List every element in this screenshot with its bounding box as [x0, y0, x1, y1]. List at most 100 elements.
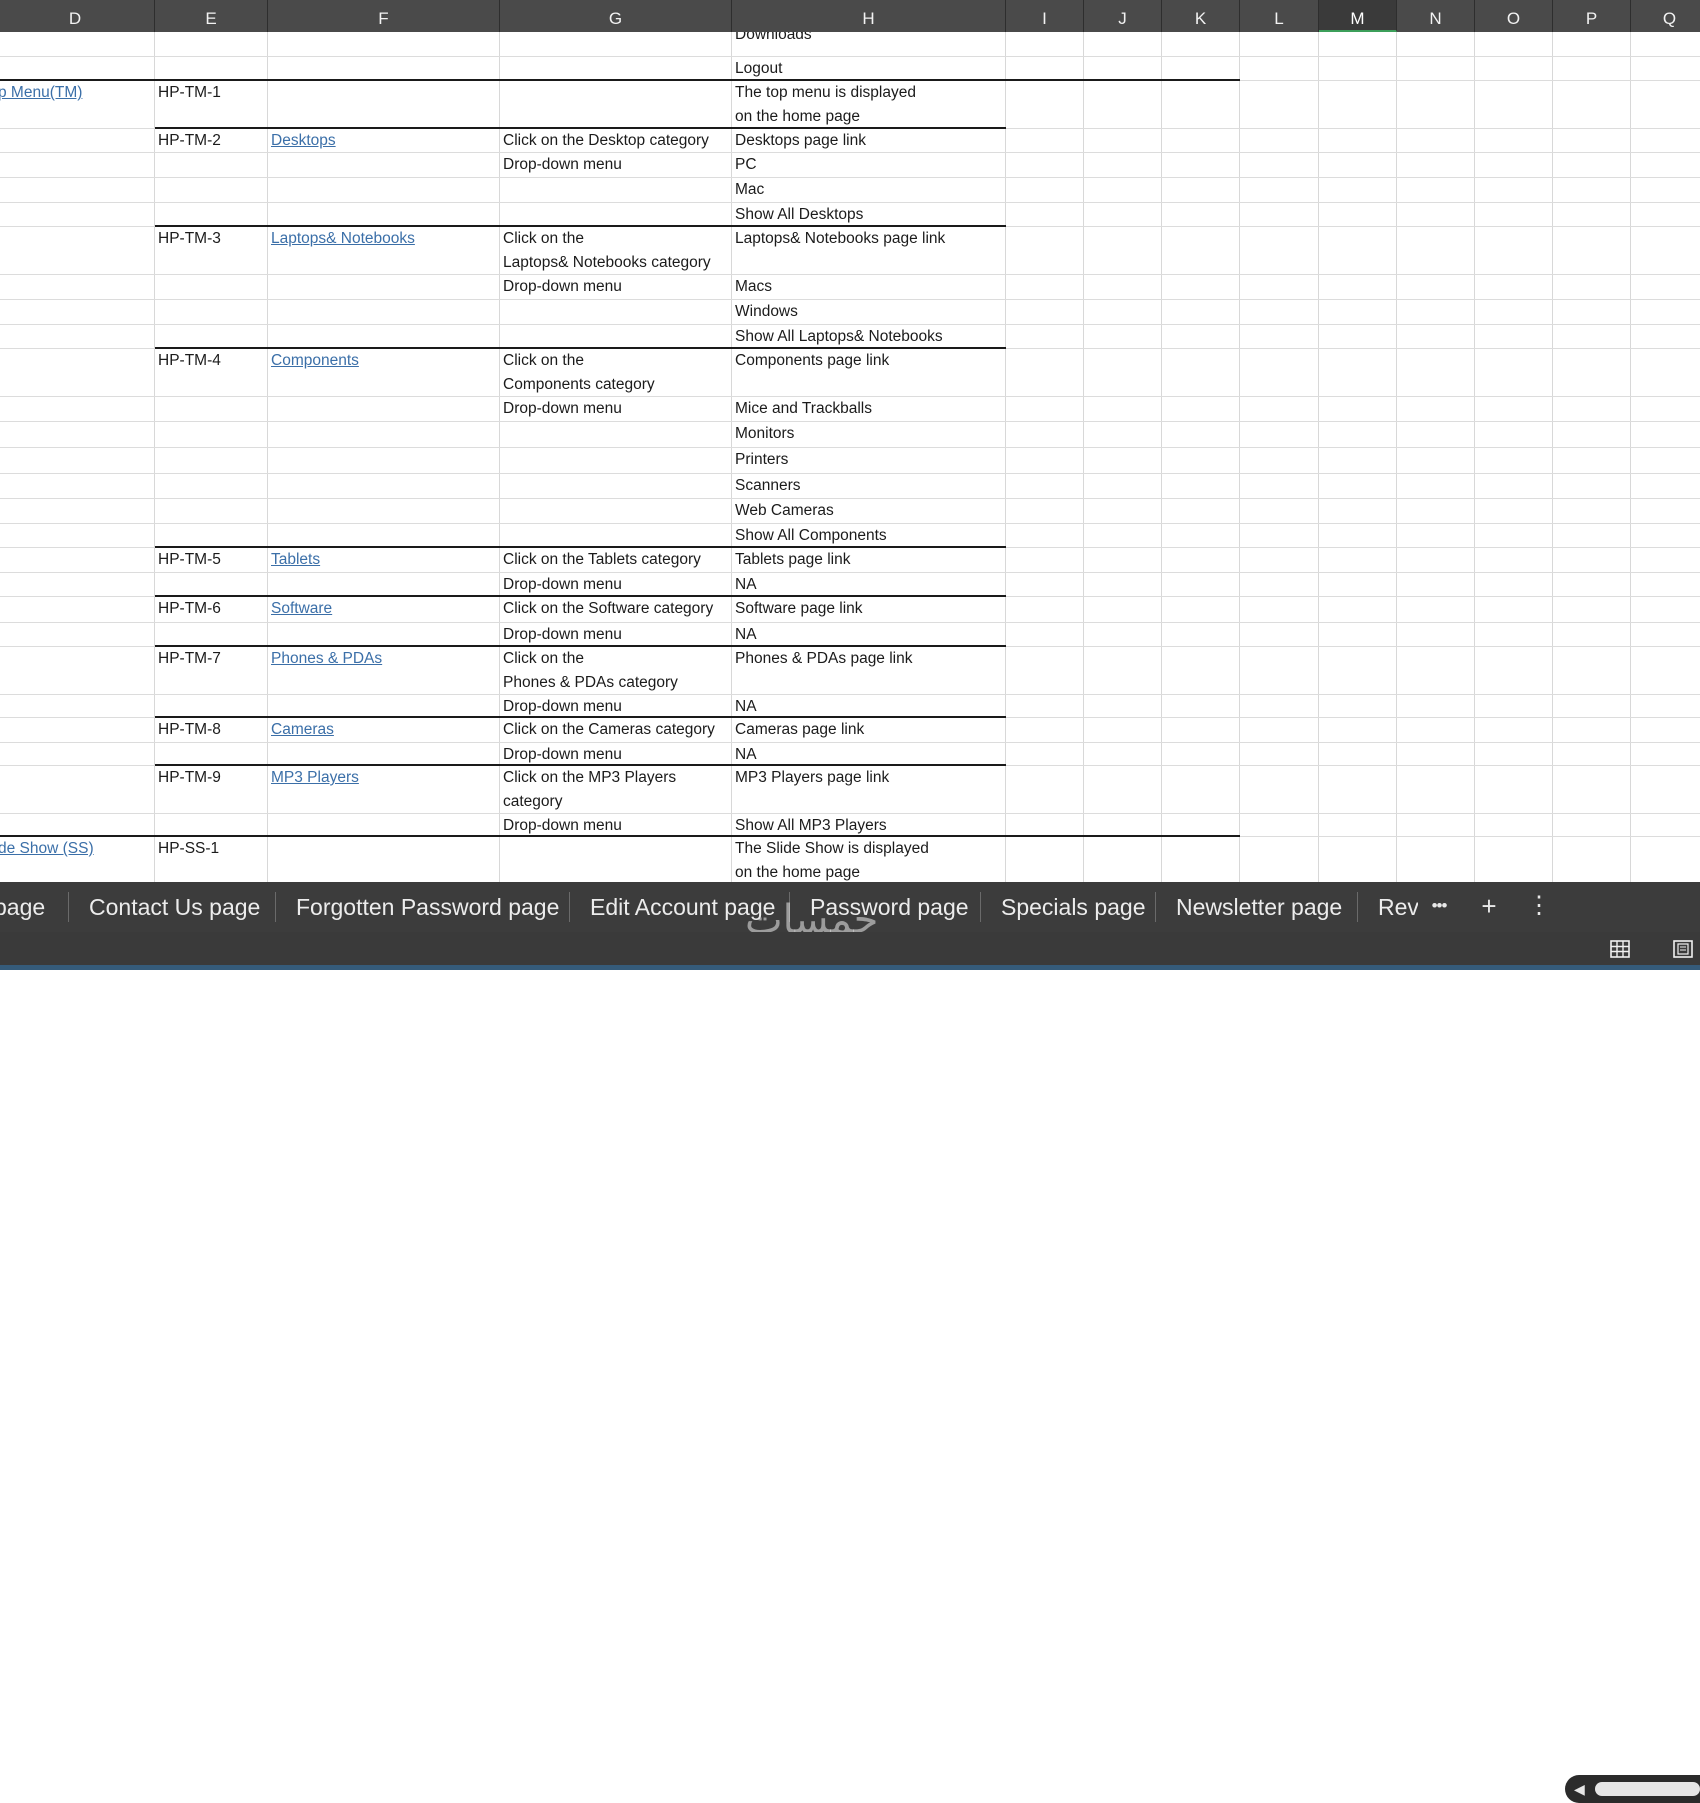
hyperlink-cell[interactable]: Cameras [271, 718, 497, 742]
cell-h[interactable]: Components page link [735, 349, 1003, 373]
cell-g[interactable]: Click on the MP3 Players category [503, 766, 729, 814]
tab-separator [569, 892, 570, 922]
cell-g[interactable]: Click on the Software category [503, 597, 729, 621]
cell-e[interactable]: HP-TM-9 [158, 766, 265, 790]
column-header-p[interactable]: P [1553, 0, 1631, 32]
cell-h[interactable]: Logout [735, 57, 1003, 81]
cell-e[interactable]: HP-TM-7 [158, 647, 265, 671]
sheet-tab[interactable]: page [0, 882, 45, 932]
cell-g[interactable]: Click on the Laptops& Notebooks category [503, 227, 729, 275]
hyperlink-cell[interactable]: Laptops& Notebooks [271, 227, 497, 251]
add-sheet-button[interactable]: + [1474, 882, 1504, 932]
cell-g[interactable]: Drop-down menu [503, 397, 729, 421]
column-header-m[interactable]: M [1319, 0, 1397, 32]
hyperlink-cell[interactable]: Desktops [271, 129, 497, 153]
cell-h[interactable]: Show All Desktops [735, 203, 1003, 227]
column-header-d[interactable]: D [0, 0, 155, 32]
gridline [499, 32, 500, 882]
cell-h[interactable]: Scanners [735, 474, 1003, 498]
column-header-bar: DEFGHIJKLMNOPQ [0, 0, 1700, 32]
hyperlink-cell[interactable]: Tablets [271, 548, 497, 572]
hyperlink-cell[interactable]: Phones & PDAs [271, 647, 497, 671]
gridline [1239, 32, 1240, 882]
worksheet-grid[interactable]: Downloads Logout p Menu(TM) HP-TM-1 The top … [0, 32, 1700, 882]
cell-e[interactable]: HP-TM-2 [158, 129, 265, 153]
scrollbar-thumb[interactable] [1595, 1782, 1700, 1796]
cell-h[interactable]: MP3 Players page link [735, 766, 1003, 790]
gridline [1630, 32, 1631, 882]
tab-separator [1357, 892, 1358, 922]
cell-g[interactable]: Drop-down menu [503, 623, 729, 647]
scroll-left-icon[interactable]: ◀ [1574, 1775, 1585, 1803]
cell-h[interactable]: Software page link [735, 597, 1003, 621]
grid-view-icon[interactable] [1609, 938, 1631, 960]
page-layout-icon[interactable] [1672, 938, 1694, 960]
cell-h[interactable]: The Slide Show is displayed on the home … [735, 837, 1003, 882]
gridline [1161, 32, 1162, 882]
cell-h[interactable]: Printers [735, 448, 1003, 472]
cell-h[interactable]: Laptops& Notebooks page link [735, 227, 1003, 251]
cell-e[interactable]: HP-TM-5 [158, 548, 265, 572]
cell-h[interactable]: Tablets page link [735, 548, 1003, 572]
cell-h[interactable]: NA [735, 623, 1003, 647]
sheet-tab[interactable]: Newsletter page [1176, 882, 1342, 932]
gridline [154, 32, 155, 882]
column-header-n[interactable]: N [1397, 0, 1475, 32]
cell-h[interactable]: Monitors [735, 422, 1003, 446]
column-header-l[interactable]: L [1240, 0, 1319, 32]
cell-e[interactable]: HP-SS-1 [158, 837, 265, 861]
column-header-g[interactable]: G [500, 0, 732, 32]
sheet-tab[interactable]: Forgotten Password page [296, 882, 559, 932]
hyperlink-cell[interactable]: Components [271, 349, 497, 373]
cell-h[interactable]: Phones & PDAs page link [735, 647, 1003, 671]
cell-h[interactable]: Mice and Trackballs [735, 397, 1003, 421]
cell-g[interactable]: Click on the Desktop category [503, 129, 729, 153]
cell-g[interactable]: Drop-down menu [503, 573, 729, 597]
sheet-tab[interactable]: Rev [1378, 882, 1418, 932]
cell-h[interactable]: Windows [735, 300, 1003, 324]
sheet-options-button[interactable]: ⋮ [1527, 882, 1551, 932]
column-header-o[interactable]: O [1475, 0, 1553, 32]
cell-g[interactable]: Click on the Tablets category [503, 548, 729, 572]
cell-g[interactable]: Drop-down menu [503, 275, 729, 299]
cell-h[interactable]: Desktops page link [735, 129, 1003, 153]
hyperlink-cell[interactable]: Software [271, 597, 497, 621]
column-header-f[interactable]: F [268, 0, 500, 32]
gridline [267, 32, 268, 882]
column-header-h[interactable]: H [732, 0, 1006, 32]
horizontal-scrollbar[interactable]: ◀ [1565, 1775, 1700, 1803]
cell-e[interactable]: HP-TM-1 [158, 81, 265, 105]
cell-h[interactable]: The top menu is displayed on the home pa… [735, 81, 1003, 129]
cell-g[interactable]: Drop-down menu [503, 153, 729, 177]
hyperlink-cell[interactable]: p Menu(TM) [0, 81, 151, 105]
cell-h[interactable]: Cameras page link [735, 718, 1003, 742]
hyperlink-cell[interactable]: MP3 Players [271, 766, 497, 790]
cell-e[interactable]: HP-TM-4 [158, 349, 265, 373]
cell-e[interactable]: HP-TM-8 [158, 718, 265, 742]
column-header-e[interactable]: E [155, 0, 268, 32]
cell-h[interactable]: Show All Components [735, 524, 1003, 548]
column-header-q[interactable]: Q [1631, 0, 1700, 32]
cell-e[interactable]: HP-TM-6 [158, 597, 265, 621]
sheet-tab[interactable]: Specials page [1001, 882, 1146, 932]
cell-h[interactable]: PC [735, 153, 1003, 177]
cell-g[interactable]: Click on the Components category [503, 349, 729, 397]
cell-h[interactable]: NA [735, 573, 1003, 597]
sheet-tab[interactable]: Contact Us page [89, 882, 260, 932]
cell-h[interactable]: Show All Laptops& Notebooks [735, 325, 1003, 349]
status-bar [0, 932, 1700, 965]
cell-h[interactable]: Web Cameras [735, 499, 1003, 523]
more-sheets-button[interactable]: ••• [1425, 882, 1453, 932]
column-header-k[interactable]: K [1162, 0, 1240, 32]
cell-e[interactable]: HP-TM-3 [158, 227, 265, 251]
cell-h[interactable]: Mac [735, 178, 1003, 202]
hyperlink-cell[interactable]: de Show (SS) [0, 837, 151, 861]
cell-g[interactable]: Click on the Phones & PDAs category [503, 647, 729, 695]
gridline [1083, 32, 1084, 882]
cell-g[interactable]: Click on the Cameras category [503, 718, 729, 742]
column-header-j[interactable]: J [1084, 0, 1162, 32]
cell-h[interactable]: Downloads [735, 32, 1003, 47]
column-header-i[interactable]: I [1006, 0, 1084, 32]
cell-h[interactable]: Macs [735, 275, 1003, 299]
gridline [1552, 32, 1553, 882]
